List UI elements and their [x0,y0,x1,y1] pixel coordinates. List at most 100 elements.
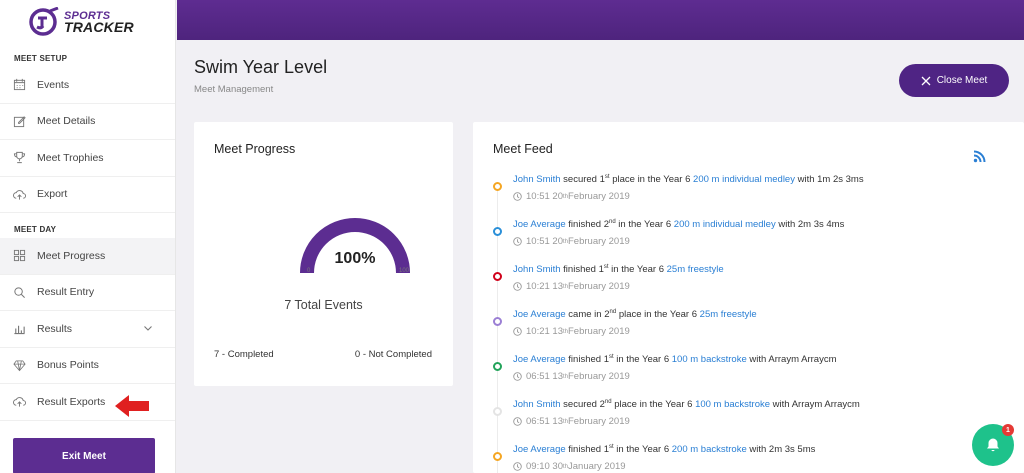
feed-status-dot [493,182,502,191]
calendar-icon [12,78,26,92]
feed-status-dot [493,227,502,236]
clock-icon [513,372,522,381]
feed-mid: place in the Year 6 [609,174,694,186]
clock-icon [513,282,522,291]
feed-time: 06:51 13 [526,371,563,382]
gauge-min-label: 0 [307,268,311,274]
feed-date: February 2019 [568,326,630,337]
exit-meet-button[interactable]: Exit Meet [13,438,155,473]
feed-item: John Smith secured 2nd place in the Year… [493,399,1013,439]
event-link[interactable]: 200 m individual medley [674,219,776,230]
sidebar-item-meet-progress[interactable]: Meet Progress [0,238,175,275]
feed-text: John Smith secured 2nd place in the Year… [513,399,860,410]
feed-item: Joe Average finished 2nd in the Year 6 2… [493,219,1013,259]
bell-icon [987,438,999,452]
feed-text: Joe Average finished 1st in the Year 6 2… [513,444,815,455]
feed-timestamp: 06:51 13th February 2019 [513,371,630,382]
notification-badge: 1 [1002,424,1014,436]
feed-verb: finished [560,264,599,276]
event-link[interactable]: 25m freestyle [700,309,757,320]
feed-tail: with Arraym Arraycm [746,354,837,366]
grid-icon [12,249,26,263]
feed-mid: place in the Year 6 [611,399,696,411]
feed-mid: place in the Year 6 [616,309,700,321]
feed-text: John Smith finished 1st in the Year 6 25… [513,264,724,275]
feed-status-dot [493,407,502,416]
athlete-link[interactable]: Joe Average [513,354,566,365]
close-icon [921,76,931,85]
diamond-icon [12,358,26,372]
athlete-link[interactable]: John Smith [513,264,561,275]
meet-progress-title: Meet Progress [214,142,296,156]
event-link[interactable]: 100 m backstroke [695,399,770,410]
section-meet-setup: MEET SETUP [14,54,68,63]
feed-time: 06:51 13 [526,416,563,427]
feed-tail: with Arraym Arraycm [770,399,860,411]
sidebar-item-label: Meet Details [37,115,96,128]
feed-status-dot [493,317,502,326]
meet-progress-card: Meet Progress 100% 0 100 7 Total Events … [194,122,453,386]
event-link[interactable]: 25m freestyle [667,264,724,275]
athlete-link[interactable]: Joe Average [513,444,566,455]
trophy-icon [12,151,26,165]
close-meet-button[interactable]: Close Meet [899,64,1009,97]
feed-mid: in the Year 6 [615,219,674,231]
feed-mid: in the Year 6 [608,264,667,276]
feed-date: February 2019 [568,236,630,247]
event-link[interactable]: 100 m backstroke [672,354,747,365]
feed-text: Joe Average finished 1st in the Year 6 1… [513,354,837,365]
logo[interactable]: SPORTS TRACKER [0,0,175,44]
feed-time: 09:10 30 [526,461,563,472]
athlete-link[interactable]: John Smith [513,174,561,185]
sidebar-item-label: Result Exports [37,395,106,408]
event-link[interactable]: 200 m backstroke [672,444,747,455]
gauge-max-label: 100 [399,268,410,274]
not-completed-count: 0 - Not Completed [354,349,432,360]
feed-item: John Smith finished 1st in the Year 6 25… [493,264,1013,304]
feed-timestamp: 10:51 20th February 2019 [513,236,630,247]
breadcrumb[interactable]: Meet Management [194,84,273,95]
feed-tail: with 2m 3s 5ms [746,444,816,456]
sidebar-item-bonus-points[interactable]: Bonus Points [0,348,175,384]
clock-icon [513,462,522,471]
completed-count: 7 - Completed [214,349,274,360]
feed-timestamp: 09:10 30th January 2019 [513,461,626,472]
sidebar-item-result-entry[interactable]: Result Entry [0,275,175,311]
feed-item: Joe Average finished 1st in the Year 6 2… [493,444,1013,473]
feed-timestamp: 10:21 13th February 2019 [513,281,630,292]
page-title: Swim Year Level [194,57,328,77]
close-meet-label: Close Meet [936,75,988,86]
feed-item: John Smith secured 1st place in the Year… [493,174,1013,214]
cloud-upload-icon [12,187,26,201]
top-bar [177,0,1024,40]
sidebar-item-label: Export [37,188,68,201]
feed-time: 10:51 20 [526,191,563,202]
sidebar-item-results[interactable]: Results [0,311,175,348]
feed-date: February 2019 [568,281,630,292]
bar-chart-icon [12,322,26,336]
sidebar-item-events[interactable]: Events [0,67,175,104]
sidebar-item-label: Results [37,322,73,335]
feed-item: Joe Average finished 1st in the Year 6 1… [493,354,1013,394]
clock-icon [513,192,522,201]
athlete-link[interactable]: Joe Average [513,219,566,230]
sidebar-item-label: Meet Progress [37,249,106,262]
feed-status-dot [493,272,502,281]
feed-time: 10:51 20 [526,236,563,247]
total-events: 7 Total Events [284,298,363,312]
sidebar-item-meet-details[interactable]: Meet Details [0,104,175,140]
feed-mid: in the Year 6 [613,354,672,366]
section-meet-day: MEET DAY [14,225,57,234]
feed-date: February 2019 [568,416,630,427]
feed-status-dot [493,452,502,461]
rss-icon[interactable] [973,150,986,163]
sports-tracker-logo-icon [29,7,59,36]
athlete-link[interactable]: John Smith [513,399,561,410]
athlete-link[interactable]: Joe Average [513,309,566,320]
event-link[interactable]: 200 m individual medley [693,174,795,185]
sidebar-item-export[interactable]: Export [0,177,175,213]
logo-line2: TRACKER [64,19,134,35]
sidebar-item-meet-trophies[interactable]: Meet Trophies [0,140,175,177]
chevron-down-icon[interactable] [143,323,153,333]
cloud-upload-icon [12,395,26,409]
